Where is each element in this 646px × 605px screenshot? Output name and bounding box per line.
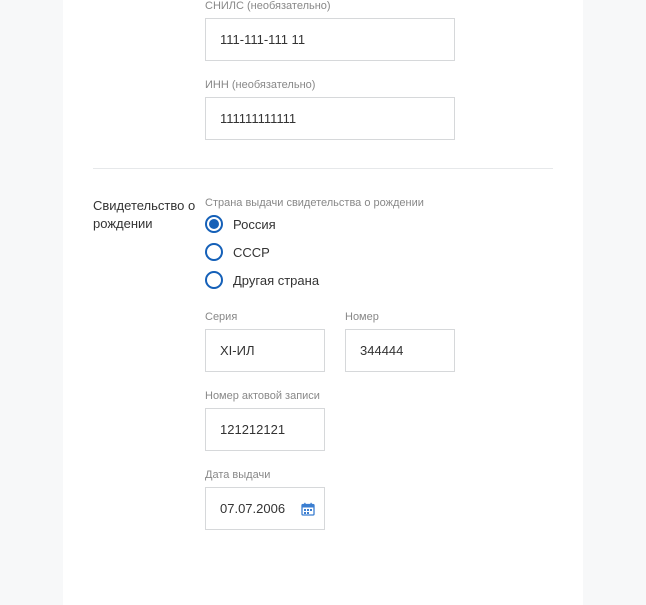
snils-input[interactable]	[205, 18, 455, 61]
record-label: Номер актовой записи	[205, 390, 553, 402]
number-label: Номер	[345, 311, 455, 323]
record-input[interactable]	[205, 408, 325, 451]
radio-russia-circle	[205, 215, 223, 233]
field-series: Серия	[205, 311, 325, 372]
snils-label: СНИЛС (необязательно)	[205, 0, 553, 12]
field-record: Номер актовой записи	[205, 390, 553, 451]
radio-russia-label: Россия	[233, 217, 276, 232]
field-issue-date: Дата выдачи	[205, 469, 553, 530]
inn-label: ИНН (необязательно)	[205, 79, 553, 91]
inn-input[interactable]	[205, 97, 455, 140]
section-ids: СНИЛС (необязательно) ИНН (необязательно…	[63, 0, 583, 158]
issue-date-label: Дата выдачи	[205, 469, 553, 481]
radio-russia[interactable]: Россия	[205, 215, 553, 233]
field-number: Номер	[345, 311, 455, 372]
section-ids-right: СНИЛС (необязательно) ИНН (необязательно…	[205, 0, 553, 158]
birth-cert-left: Свидетельство о рождении	[93, 197, 205, 548]
field-inn: ИНН (необязательно)	[205, 79, 553, 140]
issue-date-wrap	[205, 487, 325, 530]
radio-other-label: Другая страна	[233, 273, 319, 288]
issue-date-input[interactable]	[205, 487, 325, 530]
birth-cert-right: Страна выдачи свидетельства о рождении Р…	[205, 197, 553, 548]
radio-other[interactable]: Другая страна	[205, 271, 553, 289]
number-input[interactable]	[345, 329, 455, 372]
form-page: СНИЛС (необязательно) ИНН (необязательно…	[63, 0, 583, 605]
field-snils: СНИЛС (необязательно)	[205, 0, 553, 61]
section-ids-left	[93, 0, 205, 158]
radio-other-circle	[205, 271, 223, 289]
country-label: Страна выдачи свидетельства о рождении	[205, 197, 553, 209]
radio-ussr-circle	[205, 243, 223, 261]
field-country: Страна выдачи свидетельства о рождении Р…	[205, 197, 553, 289]
series-input[interactable]	[205, 329, 325, 372]
radio-ussr-label: СССР	[233, 245, 270, 260]
radio-ussr[interactable]: СССР	[205, 243, 553, 261]
section-birth-cert: Свидетельство о рождении Страна выдачи с…	[63, 197, 583, 548]
country-radio-group: Россия СССР Другая страна	[205, 215, 553, 289]
birth-cert-title: Свидетельство о рождении	[93, 197, 205, 233]
row-series-number: Серия Номер	[205, 311, 553, 390]
section-divider	[93, 168, 553, 169]
series-label: Серия	[205, 311, 325, 323]
